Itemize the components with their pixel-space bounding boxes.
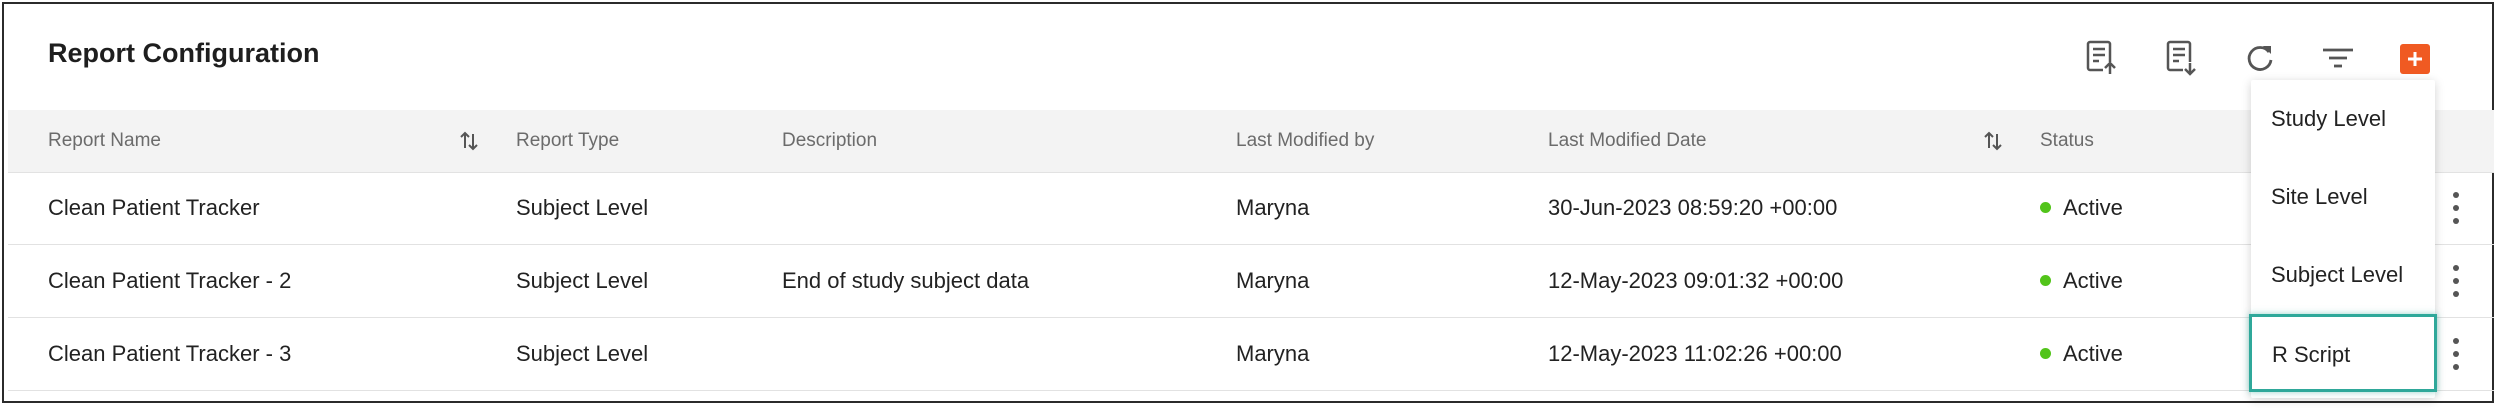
cell-last-modified-by: Maryna (1236, 268, 1310, 293)
table-row[interactable]: Clean Patient Tracker - 2 Subject Level … (8, 245, 2494, 318)
table-row[interactable]: Clean Patient Tracker - 3 Subject Level … (8, 318, 2494, 391)
cell-report-name: Clean Patient Tracker (48, 195, 260, 220)
cell-last-modified-by: Maryna (1236, 195, 1310, 220)
add-report-dropdown: Study Level Site Level Subject Level R S… (2249, 80, 2437, 398)
sort-icon[interactable] (458, 130, 480, 152)
cell-report-type: Subject Level (516, 195, 649, 220)
column-header-report-name: Report Name (48, 130, 161, 151)
add-icon (2408, 52, 2422, 66)
add-button[interactable] (2400, 44, 2430, 74)
cell-report-type: Subject Level (516, 268, 649, 293)
status-text: Active (2063, 268, 2123, 293)
column-header-last-modified-by: Last Modified by (1236, 130, 1375, 151)
status-text: Active (2063, 341, 2123, 366)
status-dot-icon (2040, 274, 2051, 286)
row-actions-menu-icon[interactable] (2448, 192, 2464, 224)
menu-item-study-level[interactable]: Study Level (2251, 80, 2435, 158)
cell-last-modified-date: 30-Jun-2023 08:59:20 +00:00 (1548, 195, 1838, 220)
menu-item-site-level[interactable]: Site Level (2251, 158, 2435, 236)
menu-item-subject-level[interactable]: Subject Level (2251, 236, 2435, 314)
column-header-description: Description (782, 130, 878, 151)
cell-last-modified-date: 12-May-2023 11:02:26 +00:00 (1548, 341, 1842, 366)
report-configuration-panel: Report Configuration Report Name Report … (2, 2, 2494, 403)
refresh-icon[interactable] (2242, 40, 2278, 76)
column-header-report-type: Report Type (516, 130, 620, 151)
table-row[interactable]: Clean Patient Tracker Subject Level Mary… (8, 172, 2494, 245)
filter-icon[interactable] (2320, 40, 2356, 76)
export-download-icon[interactable] (2164, 40, 2200, 76)
export-upload-icon[interactable] (2084, 40, 2120, 76)
table-header: Report Name Report Type Description Last… (8, 110, 2494, 173)
status-badge: Active (2040, 318, 2123, 390)
cell-report-type: Subject Level (516, 341, 649, 366)
status-dot-icon (2040, 201, 2051, 213)
status-badge: Active (2040, 172, 2123, 244)
sort-icon[interactable] (1982, 130, 2004, 152)
row-actions-menu-icon[interactable] (2448, 265, 2464, 297)
menu-item-r-script[interactable]: R Script (2249, 314, 2437, 392)
cell-description: End of study subject data (782, 268, 1030, 293)
status-text: Active (2063, 195, 2123, 220)
cell-report-name: Clean Patient Tracker - 3 (48, 341, 292, 366)
cell-report-name: Clean Patient Tracker - 2 (48, 268, 292, 293)
column-header-last-modified-date: Last Modified Date (1548, 130, 1707, 151)
cell-last-modified-by: Maryna (1236, 341, 1310, 366)
column-header-status: Status (2040, 130, 2094, 151)
status-badge: Active (2040, 245, 2123, 317)
row-actions-menu-icon[interactable] (2448, 338, 2464, 370)
page-title: Report Configuration (48, 38, 320, 68)
cell-last-modified-date: 12-May-2023 09:01:32 +00:00 (1548, 268, 1844, 293)
status-dot-icon (2040, 347, 2051, 359)
